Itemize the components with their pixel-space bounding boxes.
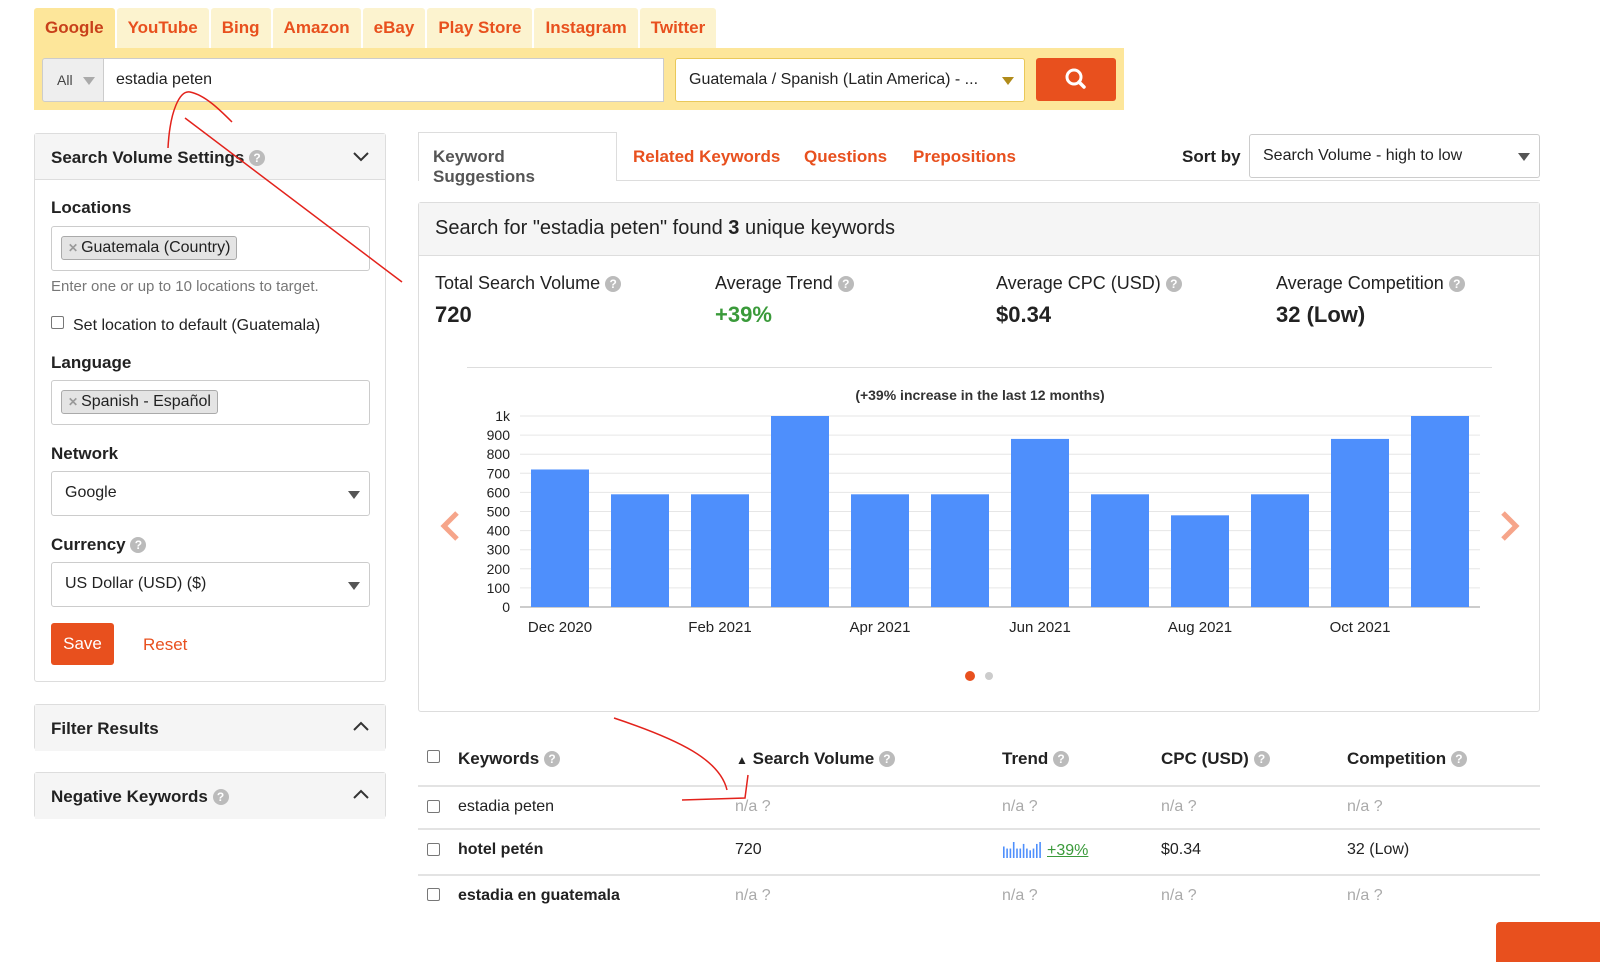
sparkline-bar: [1006, 848, 1008, 858]
chart-prev-arrow[interactable]: [440, 511, 459, 541]
bar-jul-2021[interactable]: [1091, 494, 1149, 607]
bar-mar-2021[interactable]: [771, 416, 829, 607]
sparkline-bar: [1012, 842, 1015, 858]
keyword-cell[interactable]: estadia en guatemala: [458, 887, 620, 905]
y-tick-label: 800: [487, 446, 511, 462]
volume-cell: 720: [735, 841, 762, 858]
x-tick-label: Apr 2021: [850, 619, 911, 636]
sparkline-bar: [1003, 846, 1005, 858]
sort-asc-icon: ▲: [736, 753, 748, 767]
sparkline-bar: [1026, 848, 1028, 858]
export-button[interactable]: [1496, 922, 1600, 962]
bar-nov-2021[interactable]: [1411, 416, 1469, 607]
bar-feb-2021[interactable]: [691, 494, 749, 607]
bar-sep-2021[interactable]: [1251, 494, 1309, 607]
col-keywords[interactable]: Keywords ?: [458, 749, 560, 769]
y-tick-label: 1k: [495, 408, 511, 424]
chart-title: (+39% increase in the last 12 months): [855, 387, 1104, 403]
competition-cell: n/a ?: [1347, 798, 1383, 815]
sparkline-bar: [1036, 843, 1038, 858]
sparkline-bar: [1039, 842, 1041, 858]
col-search-volume[interactable]: ▲ Search Volume ?: [736, 749, 895, 769]
x-tick-label: Jun 2021: [1009, 619, 1071, 636]
col-cpc[interactable]: CPC (USD) ?: [1161, 749, 1270, 769]
cpc-cell: n/a ?: [1161, 887, 1197, 904]
sparkline-bar: [1029, 850, 1031, 858]
bar-dec-2020[interactable]: [531, 469, 589, 607]
col-label: Competition: [1347, 749, 1447, 768]
competition-cell: n/a ?: [1347, 887, 1383, 904]
bar-jan-2021[interactable]: [611, 494, 669, 607]
y-tick-label: 200: [487, 561, 511, 577]
keyword-cell[interactable]: estadia peten: [458, 798, 554, 816]
sparkline-bar: [1022, 843, 1025, 858]
sparkline-bar: [1032, 848, 1035, 858]
row-checkbox[interactable]: [427, 888, 440, 901]
help-icon[interactable]: ?: [1253, 751, 1270, 767]
keyword-cell[interactable]: hotel petén: [458, 841, 543, 859]
y-tick-label: 100: [487, 580, 511, 596]
help-icon[interactable]: ?: [878, 751, 895, 767]
volume-cell: n/a ?: [735, 798, 771, 815]
sparkline-bar: [1009, 848, 1012, 858]
carousel-dot[interactable]: [985, 672, 993, 680]
divider: [418, 785, 1540, 787]
bar-apr-2021[interactable]: [851, 494, 909, 607]
sparkline-bar: [1019, 848, 1022, 858]
help-icon[interactable]: ?: [1450, 751, 1467, 767]
bar-oct-2021[interactable]: [1331, 438, 1389, 607]
bar-aug-2021[interactable]: [1171, 515, 1229, 607]
volume-cell: n/a ?: [735, 887, 771, 904]
x-tick-label: Feb 2021: [688, 619, 751, 636]
competition-cell: 32 (Low): [1347, 841, 1410, 858]
x-tick-label: Dec 2020: [528, 619, 592, 636]
carousel-dot-active[interactable]: [965, 671, 975, 681]
bar-may-2021[interactable]: [931, 494, 989, 607]
y-tick-label: 900: [487, 427, 511, 443]
select-all-checkbox[interactable]: [427, 750, 440, 763]
trend-cell: n/a ?: [1002, 887, 1038, 904]
col-competition[interactable]: Competition ?: [1347, 749, 1467, 769]
y-tick-label: 700: [487, 465, 511, 481]
col-label: Trend: [1002, 749, 1049, 768]
cpc-cell: n/a ?: [1161, 798, 1197, 815]
divider: [418, 874, 1540, 876]
divider: [418, 828, 1540, 830]
col-label: CPC (USD): [1161, 749, 1249, 768]
y-tick-label: 400: [487, 523, 511, 539]
help-icon[interactable]: ?: [543, 751, 560, 767]
col-label: Search Volume: [752, 749, 875, 768]
y-tick-label: 600: [487, 484, 511, 500]
row-checkbox[interactable]: [427, 843, 440, 856]
trend-link[interactable]: +39%: [1047, 842, 1088, 860]
y-tick-label: 300: [487, 542, 511, 558]
x-tick-label: Aug 2021: [1168, 619, 1232, 636]
col-trend[interactable]: Trend ?: [1002, 749, 1070, 769]
row-checkbox[interactable]: [427, 800, 440, 813]
chart-next-arrow[interactable]: [1501, 511, 1520, 541]
col-label: Keywords: [458, 749, 540, 768]
trend-sparkline: [1003, 842, 1041, 858]
bar-jun-2021[interactable]: [1011, 438, 1069, 607]
cpc-cell: $0.34: [1161, 841, 1202, 858]
help-icon[interactable]: ?: [1053, 751, 1070, 767]
y-tick-label: 500: [487, 504, 511, 520]
x-tick-label: Oct 2021: [1330, 619, 1391, 636]
y-tick-label: 0: [502, 599, 510, 615]
trend-cell: n/a ?: [1002, 798, 1038, 815]
sparkline-bar: [1016, 848, 1018, 858]
